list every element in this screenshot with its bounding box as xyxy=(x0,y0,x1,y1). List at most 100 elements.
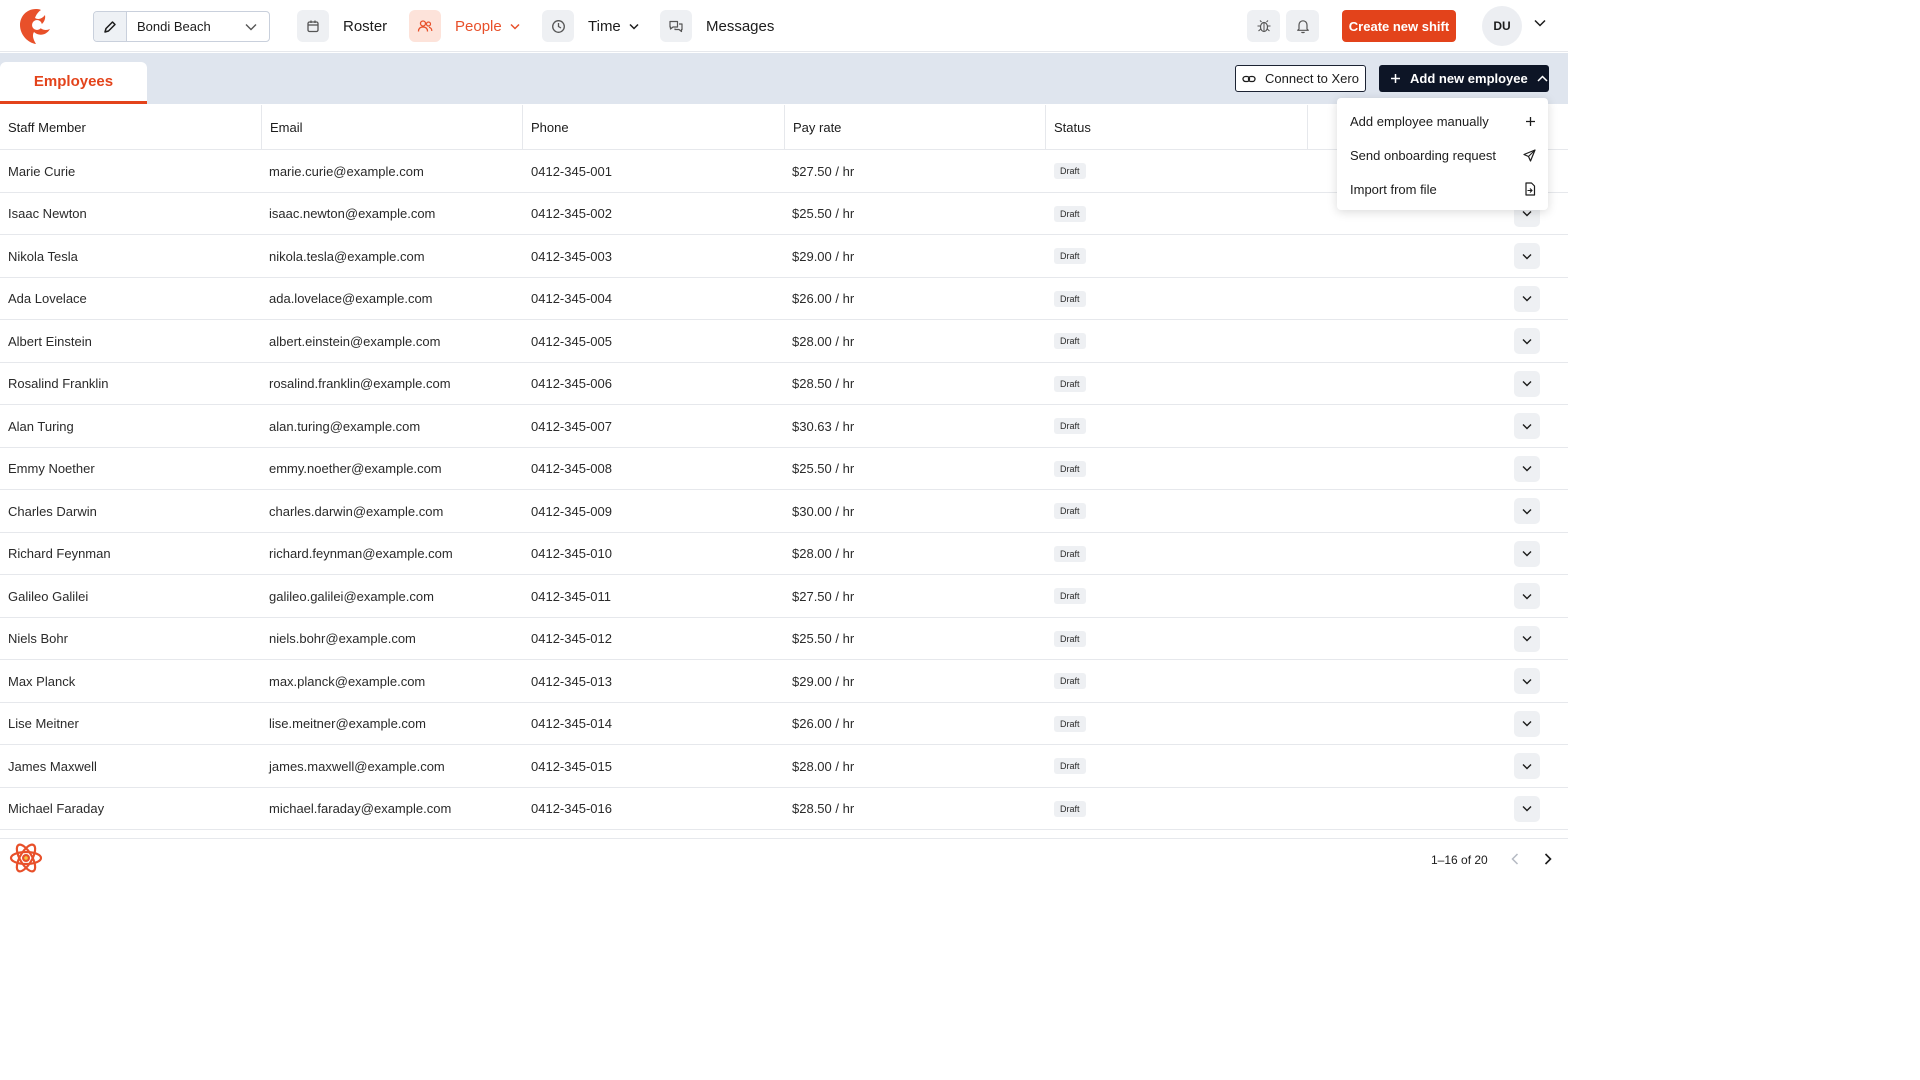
staff-member-cell: Max Planck xyxy=(8,673,76,689)
column-header-phone[interactable]: Phone xyxy=(522,105,784,150)
staff-member-cell: Albert Einstein xyxy=(8,333,92,349)
table-row[interactable]: Richard Feynman richard.feynman@example.c… xyxy=(0,533,1568,575)
table-row[interactable]: Galileo Galilei galileo.galilei@example.c… xyxy=(0,575,1568,618)
row-expand-button[interactable] xyxy=(1514,370,1540,397)
menu-item-add-employee-manually[interactable]: Add employee manually xyxy=(1337,104,1548,138)
menu-item-label: Import from file xyxy=(1350,181,1437,197)
employees-table: Staff Member Email Phone Pay rate Status… xyxy=(0,105,1568,830)
nav-people-label: People xyxy=(455,17,502,35)
phone-cell: 0412-345-016 xyxy=(531,801,612,816)
chevron-down-icon[interactable] xyxy=(1534,19,1546,27)
phone-cell: 0412-345-014 xyxy=(531,716,612,731)
pay-rate-cell: $30.63 / hr xyxy=(792,418,855,434)
tab-employees[interactable]: Employees xyxy=(0,62,147,104)
column-header-status[interactable]: Status xyxy=(1045,105,1307,150)
menu-item-send-onboarding-request[interactable]: Send onboarding request xyxy=(1337,138,1548,172)
status-cell: Draft xyxy=(1054,703,1086,745)
row-expand-button[interactable] xyxy=(1514,285,1540,312)
add-new-employee-button[interactable]: Add new employee xyxy=(1379,65,1549,92)
next-page-icon[interactable] xyxy=(1544,853,1552,865)
create-new-shift-button[interactable]: Create new shift xyxy=(1342,10,1456,42)
row-expand-button[interactable] xyxy=(1514,328,1540,354)
status-cell: Draft xyxy=(1054,533,1086,575)
table-row[interactable]: Albert Einstein albert.einstein@example.c… xyxy=(0,320,1568,363)
app-logo-icon[interactable] xyxy=(18,6,54,46)
phone-cell: 0412-345-008 xyxy=(531,461,612,476)
chevron-down-icon xyxy=(1522,593,1532,599)
chevron-down-icon xyxy=(1522,253,1532,259)
table-row[interactable]: James Maxwell james.maxwell@example.com 04… xyxy=(0,745,1568,788)
row-expand-button[interactable] xyxy=(1514,625,1540,652)
nav-messages[interactable]: Messages xyxy=(660,10,774,42)
chevron-down-icon xyxy=(1522,296,1532,302)
react-devtools-icon[interactable] xyxy=(8,841,44,875)
row-expand-button[interactable] xyxy=(1514,498,1540,524)
row-expand-button[interactable] xyxy=(1514,668,1540,694)
email-cell: emmy.noether@example.com xyxy=(269,461,442,476)
table-row[interactable]: Lise Meitner lise.meitner@example.com 0412… xyxy=(0,703,1568,745)
email-cell: niels.bohr@example.com xyxy=(269,631,416,646)
connect-xero-button[interactable]: Connect to Xero xyxy=(1235,65,1366,92)
table-row[interactable]: Niels Bohr niels.bohr@example.com 0412-345… xyxy=(0,618,1568,660)
email-cell: alan.turing@example.com xyxy=(269,418,421,434)
status-badge: Draft xyxy=(1054,163,1086,179)
column-header-pay-rate[interactable]: Pay rate xyxy=(784,105,1045,150)
phone-cell: 0412-345-011 xyxy=(531,588,611,604)
nav-roster-label: Roster xyxy=(343,17,388,35)
status-badge: Draft xyxy=(1054,630,1086,647)
row-expand-button[interactable] xyxy=(1514,455,1540,482)
nav-messages-label: Messages xyxy=(706,17,775,35)
edit-location-box[interactable] xyxy=(94,12,127,41)
row-expand-button[interactable] xyxy=(1514,540,1540,567)
chevron-down-icon xyxy=(1522,423,1532,429)
nav-roster[interactable]: Roster xyxy=(297,10,387,42)
chevron-up-icon xyxy=(1537,75,1548,82)
notifications-button[interactable] xyxy=(1286,10,1319,42)
row-expand-button[interactable] xyxy=(1514,795,1540,822)
add-new-employee-label: Add new employee xyxy=(1410,71,1528,86)
chevron-down-icon xyxy=(629,23,639,30)
report-bug-button[interactable] xyxy=(1247,10,1280,42)
location-selector[interactable]: Bondi Beach xyxy=(93,11,270,42)
table-row[interactable]: Marie Curie marie.curie@example.com 0412-3… xyxy=(0,150,1568,193)
row-expand-button[interactable] xyxy=(1514,243,1540,269)
menu-item-import-from-file[interactable]: Import from file xyxy=(1337,172,1548,206)
email-cell: isaac.newton@example.com xyxy=(269,206,436,221)
table-row[interactable]: Charles Darwin charles.darwin@example.com… xyxy=(0,490,1568,533)
status-badge: Draft xyxy=(1054,375,1086,392)
status-badge: Draft xyxy=(1054,290,1086,307)
row-expand-button[interactable] xyxy=(1514,753,1540,779)
nav-time[interactable]: Time xyxy=(542,10,639,42)
row-expand-button[interactable] xyxy=(1514,710,1540,737)
previous-page-icon[interactable] xyxy=(1511,853,1519,865)
status-cell: Draft xyxy=(1054,235,1086,277)
people-icon xyxy=(409,10,441,42)
pay-rate-cell: $28.00 / hr xyxy=(792,758,855,774)
phone-cell: 0412-345-006 xyxy=(531,376,612,391)
table-row[interactable]: Isaac Newton isaac.newton@example.com 0412… xyxy=(0,193,1568,235)
chevron-down-icon xyxy=(1522,678,1532,684)
column-header-email[interactable]: Email xyxy=(261,105,522,150)
table-row[interactable]: Rosalind Franklin rosalind.franklin@examp… xyxy=(0,363,1568,405)
chevron-down-icon xyxy=(1522,381,1532,387)
staff-member-cell: Charles Darwin xyxy=(8,503,97,519)
nav-people[interactable]: People xyxy=(409,10,520,42)
table-row[interactable]: Michael Faraday michael.faraday@example.c… xyxy=(0,788,1568,830)
table-row[interactable]: Nikola Tesla nikola.tesla@example.com 0412… xyxy=(0,235,1568,278)
avatar[interactable]: DU xyxy=(1482,6,1522,46)
email-cell: michael.faraday@example.com xyxy=(269,801,452,816)
table-row[interactable]: Alan Turing alan.turing@example.com 0412-3… xyxy=(0,405,1568,448)
pay-rate-cell: $29.00 / hr xyxy=(792,673,855,689)
table-row[interactable]: Ada Lovelace ada.lovelace@example.com 0412… xyxy=(0,278,1568,320)
column-header-actions xyxy=(1307,105,1337,150)
row-expand-button[interactable] xyxy=(1514,583,1540,609)
table-row[interactable]: Emmy Noether emmy.noether@example.com 0412… xyxy=(0,448,1568,490)
column-header-staff-member[interactable]: Staff Member xyxy=(0,105,261,150)
staff-member-cell: Nikola Tesla xyxy=(8,248,78,264)
row-expand-button[interactable] xyxy=(1514,413,1540,439)
pencil-icon xyxy=(104,20,116,33)
table-row[interactable]: Max Planck max.planck@example.com 0412-345… xyxy=(0,660,1568,703)
file-import-icon xyxy=(1525,182,1536,196)
status-badge: Draft xyxy=(1054,673,1086,689)
email-cell: rosalind.franklin@example.com xyxy=(269,376,451,391)
